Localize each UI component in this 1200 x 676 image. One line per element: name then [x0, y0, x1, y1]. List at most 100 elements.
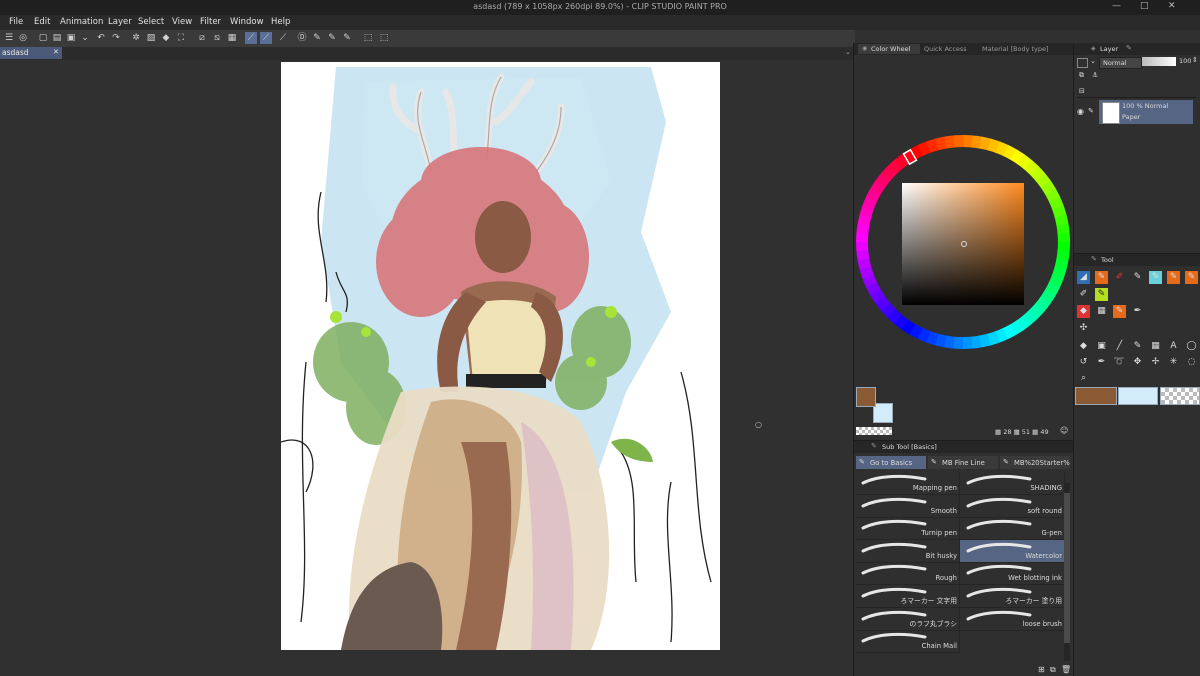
tool-marker-icon[interactable]: ✐	[1113, 271, 1126, 284]
tool-selection-icon[interactable]: ◌	[1185, 356, 1198, 369]
tool-pen-icon[interactable]: ✎	[1095, 271, 1108, 284]
menu-layer[interactable]: Layer	[108, 17, 132, 27]
subtool-tab-mb-fine-line[interactable]: ✎ MB Fine Line	[928, 456, 998, 469]
dropdown-icon[interactable]: ⌄	[1090, 57, 1096, 65]
tool-lasso-icon[interactable]: ➰	[1113, 356, 1126, 369]
maximize-icon[interactable]: □	[1140, 1, 1149, 11]
selection-icon[interactable]: ⬚	[362, 32, 374, 44]
tool-main-color-swatch[interactable]	[1075, 387, 1117, 405]
lasso-icon[interactable]: Ⓓ	[296, 32, 308, 44]
undo-icon[interactable]: ↶	[95, 32, 107, 44]
tool-transform-icon[interactable]: ✥	[1131, 356, 1144, 369]
menu-window[interactable]: Window	[230, 17, 264, 27]
tool-frame-icon[interactable]: ▦	[1149, 340, 1162, 353]
pen-icon[interactable]: ✎	[311, 32, 323, 44]
menu-filter[interactable]: Filter	[200, 17, 221, 27]
tool-pencil-icon[interactable]: ✎	[1131, 271, 1144, 284]
tool-move-icon[interactable]: ✣	[1077, 322, 1090, 335]
tool-eraser-icon[interactable]: ◆	[1077, 305, 1090, 318]
document-tab[interactable]: asdasd ✕	[0, 47, 62, 59]
pencil-icon[interactable]: ✎	[326, 32, 338, 44]
subtool-tab-mb-starter[interactable]: ✎ MB%20Starter%20	[1000, 456, 1070, 469]
new-file-icon[interactable]: ▢	[37, 32, 49, 44]
brush-item-left-2[interactable]: Turnip pen	[855, 517, 960, 541]
layer-row[interactable]: 100 % Normal Paper	[1099, 100, 1193, 124]
tab-quick-access[interactable]: Quick Access	[924, 45, 967, 53]
transparent-swatch[interactable]	[856, 427, 892, 435]
brush-item-right-2[interactable]: G-pen	[960, 517, 1065, 541]
close-icon[interactable]: ✕	[1168, 1, 1176, 11]
clear-icon[interactable]: ✲	[130, 32, 142, 44]
brush-item-right-5[interactable]: ろマーカー 塗り用	[960, 585, 1065, 608]
canvas-paper[interactable]	[281, 62, 720, 650]
menu-help[interactable]: Help	[271, 17, 290, 27]
brush-item-left-4[interactable]: Rough	[855, 562, 960, 586]
tool-balloon-icon[interactable]: ◯	[1185, 340, 1198, 353]
tab-material[interactable]: Material [Body type]	[982, 45, 1049, 53]
clear-outside-icon[interactable]: ▨	[145, 32, 157, 44]
color-settings-icon[interactable]: ☺	[1060, 426, 1068, 435]
tool-brush-icon[interactable]: ✎	[1167, 271, 1180, 284]
tool-select-icon[interactable]: ✢	[1149, 356, 1162, 369]
tool-ruler-icon[interactable]: ✎	[1131, 340, 1144, 353]
tool-magic-wand-icon[interactable]: ✳	[1167, 356, 1180, 369]
tool-zoom-icon[interactable]: ⌕	[1077, 372, 1090, 385]
clip-studio-icon[interactable]: ◎	[17, 32, 29, 44]
layer-list-icon[interactable]: ⊟	[1079, 87, 1085, 95]
brush-item-left-1[interactable]: Smooth	[855, 494, 960, 518]
tab-menu-icon[interactable]: ⌄	[845, 48, 851, 56]
layer-edit-icon[interactable]: ✎	[1088, 107, 1094, 115]
menu-file[interactable]: File	[9, 17, 23, 27]
subtool-tab-go-to-basics[interactable]: ✎ Go to Basics	[856, 456, 926, 469]
dropdown-icon[interactable]: ⌄	[79, 32, 91, 44]
menu-animation[interactable]: Animation	[60, 17, 103, 27]
tool-airbrush-icon[interactable]: ✎	[1185, 271, 1198, 284]
tool-grid-icon[interactable]: ▦	[1095, 305, 1108, 318]
menu-view[interactable]: View	[172, 17, 192, 27]
tool-correct-line-icon[interactable]: ↺	[1077, 356, 1090, 369]
add-subtool-icon[interactable]: ⊞	[1038, 665, 1045, 674]
opacity-stepper-icon[interactable]: ⇕	[1192, 56, 1198, 64]
tool-transparent-swatch[interactable]	[1160, 387, 1200, 405]
transform-icon[interactable]: ⛶	[175, 32, 187, 44]
brush-item-left-6[interactable]: のラフ丸ブラシ	[855, 607, 960, 631]
snap-ruler-icon[interactable]: ⧄	[196, 32, 208, 44]
tool-blend-icon[interactable]: ✎	[1095, 288, 1108, 301]
tool-eyedropper-icon[interactable]: ✒	[1095, 356, 1108, 369]
delete-subtool-icon[interactable]: 🗑	[1061, 665, 1071, 674]
main-color-swatch[interactable]	[856, 387, 876, 407]
stroke-icon[interactable]: ⟋	[260, 32, 272, 44]
menu-icon[interactable]: ☰	[3, 32, 15, 44]
snap-special-icon[interactable]: ⧅	[211, 32, 223, 44]
open-file-icon[interactable]: ▤	[51, 32, 63, 44]
tool-gradient-icon[interactable]: ▣	[1095, 340, 1108, 353]
opacity-slider[interactable]	[1142, 57, 1176, 66]
brush-item-right-4[interactable]: Wet blotting ink	[960, 562, 1065, 586]
layer-panel-title[interactable]: Layer	[1100, 45, 1118, 53]
layer-property-tab-icon[interactable]: ✎	[1126, 44, 1132, 52]
subtool-scrollbar-thumb[interactable]	[1064, 493, 1070, 643]
blend-mode-select[interactable]: Normal	[1099, 57, 1142, 69]
opacity-value[interactable]: 100	[1179, 57, 1191, 65]
tool-paint-icon[interactable]: ✎	[1149, 271, 1162, 284]
brush-item-left-7[interactable]: Chain Mail	[855, 630, 960, 654]
redo-icon[interactable]: ↷	[110, 32, 122, 44]
snap-grid-icon[interactable]: ▦	[226, 32, 238, 44]
tool-fine-pen-icon[interactable]: ✒	[1131, 305, 1144, 318]
stabilization-icon[interactable]: ⟋	[245, 32, 257, 44]
reference-layer-icon[interactable]: ⚓	[1092, 71, 1098, 79]
brush-item-right-1[interactable]: soft round	[960, 494, 1065, 518]
sub-color-swatch[interactable]	[873, 403, 893, 423]
minimize-icon[interactable]: —	[1112, 1, 1121, 11]
tool-blue-icon[interactable]: ◢	[1077, 271, 1090, 284]
tool-fill-icon[interactable]: ◆	[1077, 340, 1090, 353]
clip-layer-icon[interactable]: ⧉	[1079, 71, 1084, 80]
tool-sub-color-swatch[interactable]	[1118, 387, 1158, 405]
brush-item-right-3[interactable]: Watercolor	[960, 539, 1065, 563]
pen-pressure-icon[interactable]: ⟋	[277, 32, 289, 44]
brush-item-left-0[interactable]: Mapping pen	[855, 472, 960, 495]
brush-item-left-5[interactable]: ろマーカー 文字用	[855, 585, 960, 608]
brush-item-right-0[interactable]: SHADING	[960, 472, 1065, 495]
fill-icon[interactable]: ◆	[160, 32, 172, 44]
eye-icon[interactable]: ◉	[1077, 107, 1084, 116]
